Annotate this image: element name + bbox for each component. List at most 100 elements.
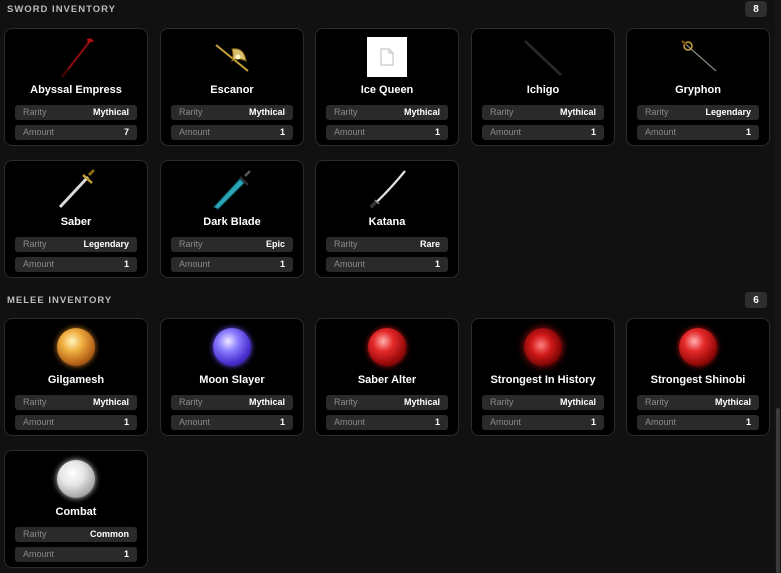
amount-row: Amount 1 xyxy=(482,125,604,140)
sword-card-saber[interactable]: Saber Rarity Legendary Amount 1 xyxy=(4,160,148,278)
rarity-row: Rarity Rare xyxy=(326,237,448,252)
amount-row: Amount 1 xyxy=(15,415,137,430)
rarity-value: Common xyxy=(90,529,129,539)
rarity-row: Rarity Mythical xyxy=(171,395,293,410)
rarity-value: Mythical xyxy=(403,107,440,117)
rarity-row: Rarity Legendary xyxy=(637,105,759,120)
rarity-label: Rarity xyxy=(179,107,203,117)
amount-label: Amount xyxy=(334,259,366,269)
amount-value: 1 xyxy=(434,417,440,427)
rarity-value: Mythical xyxy=(714,397,751,407)
item-name: Combat xyxy=(55,506,97,518)
amount-row: Amount 1 xyxy=(171,125,293,140)
gold-orb-icon xyxy=(54,325,98,369)
item-name: Strongest Shinobi xyxy=(650,374,746,386)
amount-row: Amount 1 xyxy=(637,125,759,140)
amount-label: Amount xyxy=(179,127,211,137)
sword-card-ichigo[interactable]: Ichigo Rarity Mythical Amount 1 xyxy=(471,28,615,146)
amount-label: Amount xyxy=(334,127,366,137)
rarity-row: Rarity Mythical xyxy=(482,105,604,120)
sword-card-dark-blade[interactable]: Dark Blade Rarity Epic Amount 1 xyxy=(160,160,304,278)
sword-card-gryphon[interactable]: Gryphon Rarity Legendary Amount 1 xyxy=(626,28,770,146)
amount-row: Amount 1 xyxy=(171,415,293,430)
rarity-value: Legendary xyxy=(705,107,751,117)
amount-label: Amount xyxy=(23,417,55,427)
sword-inventory-header: SWORD INVENTORY 8 xyxy=(0,0,781,20)
item-name: Moon Slayer xyxy=(199,374,265,386)
rarity-label: Rarity xyxy=(179,239,203,249)
amount-label: Amount xyxy=(23,259,55,269)
gold-hilt-sword-icon xyxy=(54,167,98,211)
rarity-row: Rarity Mythical xyxy=(326,395,448,410)
rarity-value: Epic xyxy=(265,239,285,249)
white-orb-icon xyxy=(54,457,98,501)
sword-inventory-title: SWORD INVENTORY xyxy=(7,4,116,15)
melee-card-gilgamesh[interactable]: Gilgamesh Rarity Mythical Amount 1 xyxy=(4,318,148,436)
item-name: Saber xyxy=(60,216,92,228)
rarity-row: Rarity Epic xyxy=(171,237,293,252)
melee-count-badge: 6 xyxy=(745,292,767,308)
item-name: Gryphon xyxy=(675,84,721,96)
melee-card-strongest-shinobi[interactable]: Strongest Shinobi Rarity Mythical Amount… xyxy=(626,318,770,436)
sword-card-ice-queen[interactable]: Ice Queen Rarity Mythical Amount 1 xyxy=(315,28,459,146)
melee-card-strongest-in-history[interactable]: Strongest In History Rarity Mythical Amo… xyxy=(471,318,615,436)
black-sword-icon xyxy=(521,35,565,79)
rarity-value: Mythical xyxy=(559,397,596,407)
amount-label: Amount xyxy=(179,259,211,269)
sword-card-abyssal-empress[interactable]: Abyssal Empress Rarity Mythical Amount 7 xyxy=(4,28,148,146)
katana-icon xyxy=(365,167,409,211)
amount-row: Amount 1 xyxy=(326,415,448,430)
rarity-label: Rarity xyxy=(23,529,47,539)
item-name: Ice Queen xyxy=(360,84,414,96)
item-name: Gilgamesh xyxy=(47,374,105,386)
amount-label: Amount xyxy=(645,127,677,137)
amount-label: Amount xyxy=(490,417,522,427)
scrollbar-thumb[interactable] xyxy=(776,408,780,573)
amount-label: Amount xyxy=(23,127,55,137)
rarity-row: Rarity Mythical xyxy=(15,105,137,120)
item-name: Escanor xyxy=(210,84,254,96)
sword-card-katana[interactable]: Katana Rarity Rare Amount 1 xyxy=(315,160,459,278)
amount-value: 1 xyxy=(279,417,285,427)
crimson-scythe-icon xyxy=(54,35,98,79)
purple-orb-icon xyxy=(210,325,254,369)
rarity-label: Rarity xyxy=(490,397,514,407)
amount-value: 1 xyxy=(745,417,751,427)
sword-card-escanor[interactable]: Escanor Rarity Mythical Amount 1 xyxy=(160,28,304,146)
amount-value: 7 xyxy=(123,127,129,137)
amount-row: Amount 1 xyxy=(171,257,293,272)
item-name: Katana xyxy=(368,216,406,228)
teal-blade-icon xyxy=(210,167,254,211)
red-spiral-orb-icon xyxy=(521,325,565,369)
amount-row: Amount 1 xyxy=(482,415,604,430)
amount-row: Amount 1 xyxy=(326,125,448,140)
rarity-label: Rarity xyxy=(645,107,669,117)
rarity-label: Rarity xyxy=(334,239,358,249)
rarity-row: Rarity Common xyxy=(15,527,137,542)
rarity-row: Rarity Mythical xyxy=(171,105,293,120)
missing-image-icon xyxy=(365,35,409,79)
amount-row: Amount 7 xyxy=(15,125,137,140)
rarity-label: Rarity xyxy=(490,107,514,117)
amount-value: 1 xyxy=(123,549,129,559)
amount-label: Amount xyxy=(645,417,677,427)
rarity-value: Mythical xyxy=(559,107,596,117)
amount-label: Amount xyxy=(23,549,55,559)
rarity-row: Rarity Mythical xyxy=(326,105,448,120)
red-orb-icon xyxy=(365,325,409,369)
melee-card-moon-slayer[interactable]: Moon Slayer Rarity Mythical Amount 1 xyxy=(160,318,304,436)
rarity-value: Mythical xyxy=(92,397,129,407)
scrollbar-track[interactable] xyxy=(775,0,781,573)
melee-card-saber-alter[interactable]: Saber Alter Rarity Mythical Amount 1 xyxy=(315,318,459,436)
amount-row: Amount 1 xyxy=(15,257,137,272)
melee-card-combat[interactable]: Combat Rarity Common Amount 1 xyxy=(4,450,148,568)
golden-axe-icon xyxy=(210,35,254,79)
item-name: Dark Blade xyxy=(203,216,261,228)
amount-value: 1 xyxy=(434,127,440,137)
rarity-label: Rarity xyxy=(23,107,47,117)
rarity-value: Mythical xyxy=(92,107,129,117)
amount-row: Amount 1 xyxy=(637,415,759,430)
rarity-value: Legendary xyxy=(83,239,129,249)
rarity-value: Mythical xyxy=(403,397,440,407)
rarity-label: Rarity xyxy=(23,239,47,249)
